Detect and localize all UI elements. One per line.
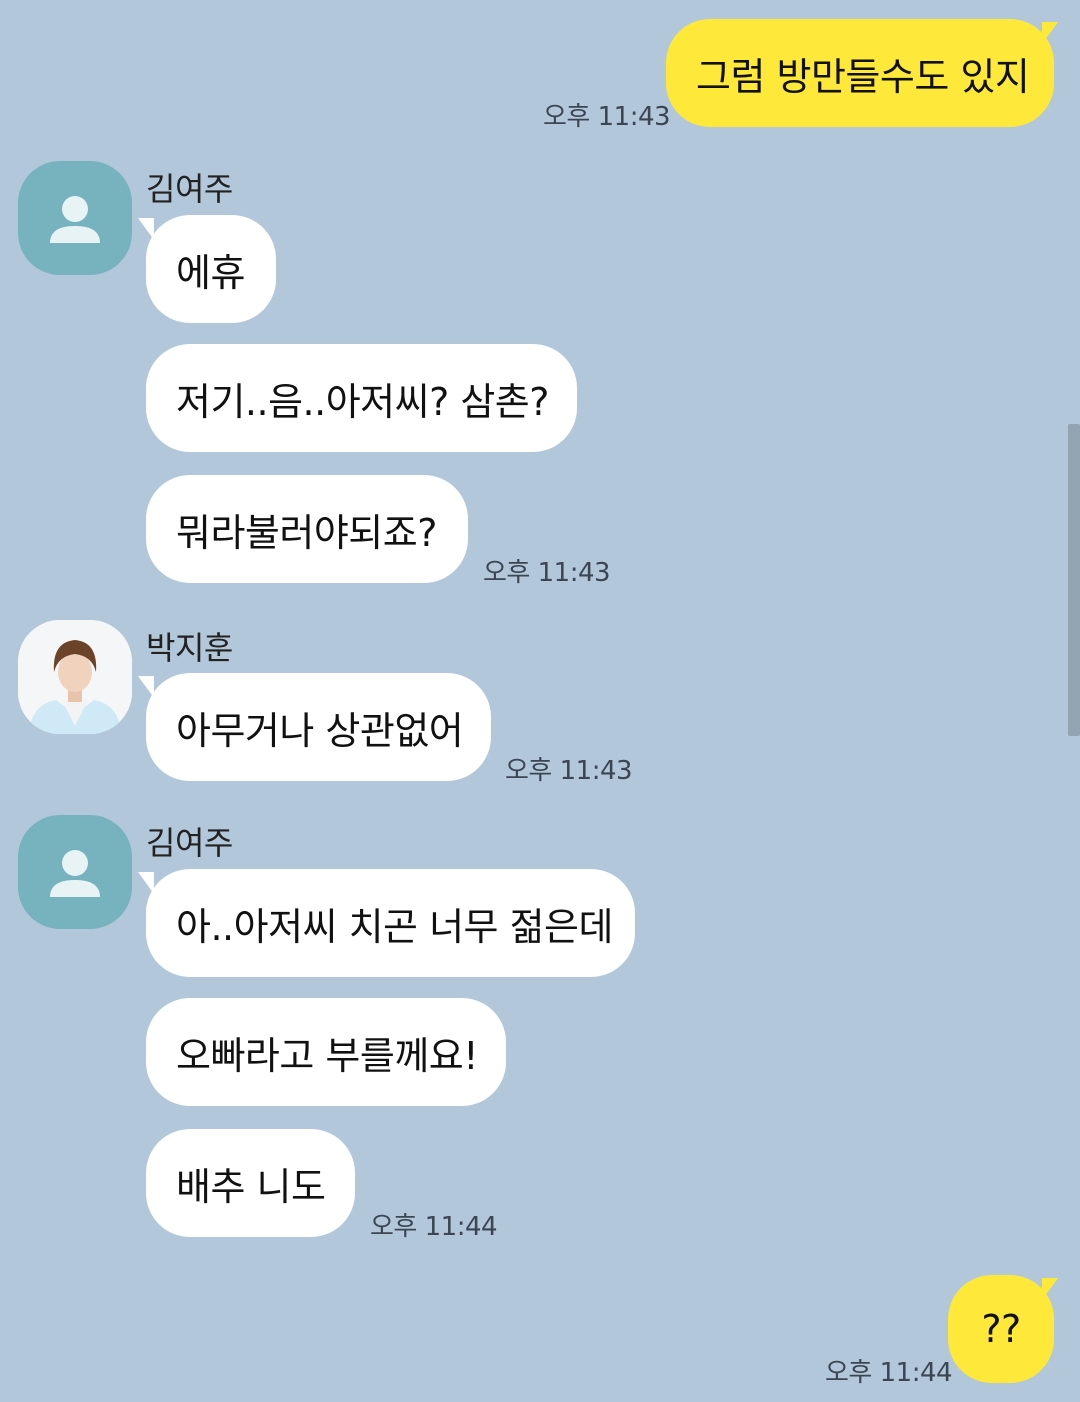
incoming-message-bubble[interactable]: 저기..음..아저씨? 삼촌? (146, 344, 577, 452)
incoming-message-bubble[interactable]: 오빠라고 부를께요! (146, 998, 506, 1106)
default-profile-icon (50, 196, 100, 243)
message-timestamp: 오후 11:43 (505, 756, 633, 786)
outgoing-message-bubble[interactable]: ?? (948, 1275, 1054, 1383)
message-timestamp: 오후 11:43 (543, 102, 671, 132)
message-text: 에휴 (176, 250, 245, 295)
message-timestamp: 오후 11:44 (370, 1212, 498, 1242)
profile-photo (18, 620, 132, 734)
message-text: 그럼 방만들수도 있지 (696, 54, 1030, 99)
message-text: 배추 니도 (176, 1164, 326, 1209)
default-profile-icon (50, 850, 100, 897)
outgoing-message-bubble[interactable]: 그럼 방만들수도 있지 (666, 19, 1054, 127)
incoming-message-bubble[interactable]: 에휴 (146, 215, 276, 323)
sender-avatar[interactable] (18, 815, 132, 929)
incoming-message-bubble[interactable]: 뭐라불러야되죠? (146, 475, 468, 583)
message-text: ?? (981, 1307, 1021, 1351)
scrollbar[interactable] (1068, 424, 1080, 736)
message-timestamp: 오후 11:43 (483, 558, 611, 588)
sender-avatar[interactable] (18, 161, 132, 275)
message-text: 아..아저씨 치곤 너무 젊은데 (176, 904, 613, 949)
message-timestamp: 오후 11:44 (825, 1358, 953, 1388)
incoming-message-bubble[interactable]: 아무거나 상관없어 (146, 673, 491, 781)
sender-avatar[interactable] (18, 620, 132, 734)
sender-name: 김여주 (146, 170, 233, 208)
message-text: 뭐라불러야되죠? (176, 510, 437, 555)
message-text: 저기..음..아저씨? 삼촌? (176, 379, 549, 424)
sender-name: 박지훈 (146, 629, 233, 667)
message-text: 오빠라고 부를께요! (176, 1033, 479, 1078)
incoming-message-bubble[interactable]: 아..아저씨 치곤 너무 젊은데 (146, 869, 635, 977)
incoming-message-bubble[interactable]: 배추 니도 (146, 1129, 355, 1237)
message-text: 아무거나 상관없어 (176, 708, 464, 753)
sender-name: 김여주 (146, 824, 233, 862)
